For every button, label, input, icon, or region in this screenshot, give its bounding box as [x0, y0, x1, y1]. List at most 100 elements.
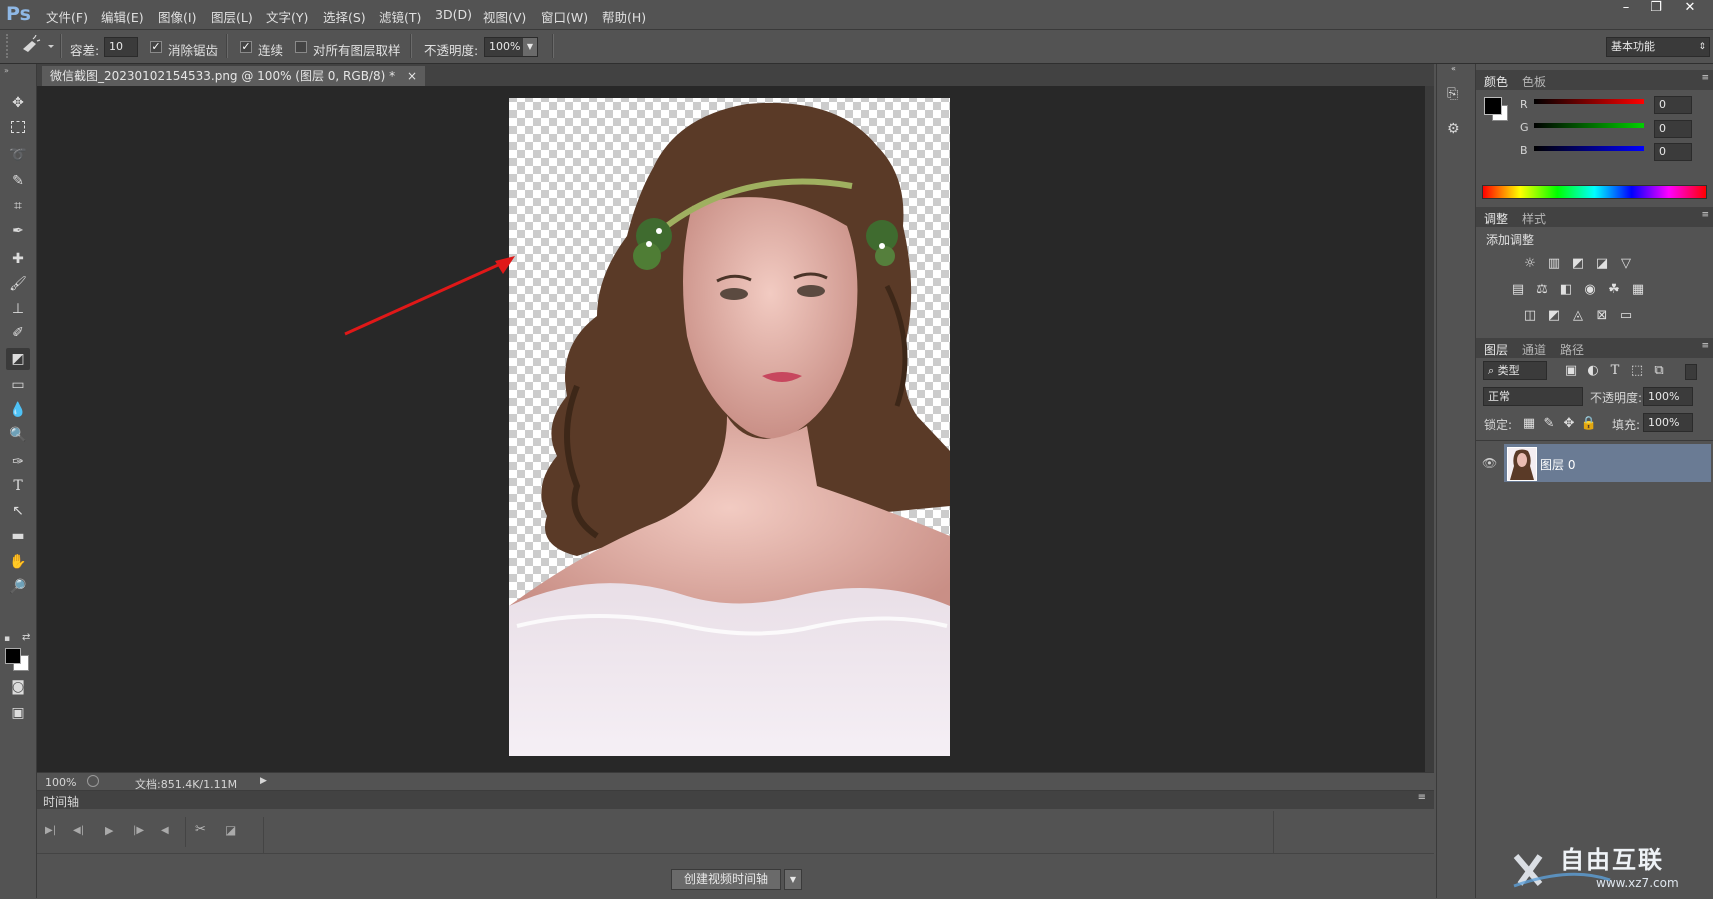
opacity-input[interactable]: 100% ▼ — [484, 37, 538, 57]
filter-shape-icon[interactable]: ⬚ — [1628, 364, 1646, 378]
channel-r-slider[interactable] — [1534, 99, 1644, 104]
tab-adjustments[interactable]: 调整 — [1484, 210, 1508, 227]
foreground-color-swatch[interactable] — [5, 648, 21, 664]
collapse-icon[interactable]: » — [4, 66, 9, 75]
transition-icon[interactable]: ◪ — [225, 823, 236, 837]
play-icon[interactable]: ▶ — [105, 824, 113, 837]
channel-r-input[interactable]: 0 — [1654, 96, 1692, 114]
audio-icon[interactable]: ◀ — [161, 825, 169, 836]
blend-mode-select[interactable]: 正常 — [1483, 387, 1583, 406]
foreground-color-swatch[interactable] — [1484, 97, 1502, 115]
layer-opacity-input[interactable]: 100% — [1643, 387, 1693, 406]
lock-all-icon[interactable]: 🔒 — [1580, 417, 1598, 431]
tab-layers[interactable]: 图层 — [1484, 341, 1508, 358]
menu-view[interactable]: 视图(V) — [483, 7, 526, 26]
filter-smart-object-icon[interactable]: ⧉ — [1650, 364, 1668, 378]
exposure-icon[interactable]: ◪ — [1593, 257, 1611, 271]
tool-preset-picker[interactable] — [20, 34, 56, 57]
menu-window[interactable]: 窗口(W) — [541, 7, 588, 26]
layer-name[interactable]: 图层 0 — [1540, 456, 1575, 473]
zoom-tool-icon[interactable]: 🔎 — [6, 576, 30, 598]
photo-filter-icon[interactable]: ◉ — [1581, 283, 1599, 297]
history-brush-tool-icon[interactable]: ✐ — [6, 322, 30, 344]
panel-menu-icon[interactable]: ≡ — [1701, 341, 1709, 351]
eraser-tool-icon[interactable]: ◩ — [6, 348, 30, 370]
lock-position-icon[interactable]: ✥ — [1560, 417, 1578, 431]
next-frame-icon[interactable]: |▶ — [133, 825, 144, 836]
color-balance-icon[interactable]: ⚖ — [1533, 283, 1551, 297]
zoom-level[interactable]: 100% — [45, 776, 76, 789]
eye-icon[interactable]: 👁 — [1482, 456, 1497, 470]
move-tool-icon[interactable]: ✥ — [6, 92, 30, 114]
menu-help[interactable]: 帮助(H) — [602, 7, 646, 26]
workspace-select[interactable]: 基本功能 ⇕ — [1606, 37, 1710, 57]
invert-icon[interactable]: ◫ — [1521, 309, 1539, 323]
color-lookup-icon[interactable]: ▦ — [1629, 283, 1647, 297]
brightness-icon[interactable]: ☼ — [1521, 257, 1539, 271]
properties-panel-icon[interactable]: ⚙ — [1447, 121, 1460, 137]
menu-3d[interactable]: 3D(D) — [435, 7, 472, 22]
swap-colors-icon[interactable]: ⇄ — [22, 632, 30, 643]
channel-b-input[interactable]: 0 — [1654, 143, 1692, 161]
shape-tool-icon[interactable]: ▬ — [6, 525, 30, 547]
filter-pixel-icon[interactable]: ▣ — [1562, 364, 1580, 378]
menu-image[interactable]: 图像(I) — [158, 7, 196, 26]
gradient-tool-icon[interactable]: ▭ — [6, 374, 30, 396]
lock-transparent-icon[interactable]: ▦ — [1520, 417, 1538, 431]
filter-type-icon[interactable]: T — [1606, 364, 1624, 378]
filter-adjustment-icon[interactable]: ◐ — [1584, 364, 1602, 378]
screen-mode-icon[interactable]: ▣ — [6, 702, 30, 724]
canvas-area[interactable] — [37, 86, 1425, 772]
healing-brush-tool-icon[interactable]: ✚ — [6, 248, 30, 270]
quick-mask-icon[interactable]: ◙ — [6, 676, 30, 698]
menu-select[interactable]: 选择(S) — [323, 7, 366, 26]
tab-color[interactable]: 颜色 — [1484, 73, 1508, 90]
chevron-down-icon[interactable]: ▼ — [523, 38, 537, 56]
hand-tool-icon[interactable]: ✋ — [6, 551, 30, 573]
menu-filter[interactable]: 滤镜(T) — [379, 7, 421, 26]
dodge-tool-icon[interactable]: 🔍 — [6, 424, 30, 446]
panel-menu-icon[interactable]: ≡ — [1418, 792, 1426, 803]
document-tab[interactable]: 微信截图_20230102154533.png @ 100% (图层 0, RG… — [42, 66, 425, 86]
tab-paths[interactable]: 路径 — [1560, 341, 1584, 358]
filter-toggle[interactable] — [1685, 364, 1697, 380]
restore-button[interactable]: ❐ — [1642, 0, 1670, 18]
stamp-tool-icon[interactable]: ⊥ — [6, 298, 30, 320]
posterize-icon[interactable]: ◩ — [1545, 309, 1563, 323]
tab-channels[interactable]: 通道 — [1522, 341, 1546, 358]
vibrance-icon[interactable]: ▽ — [1617, 257, 1635, 271]
hue-saturation-icon[interactable]: ▤ — [1509, 283, 1527, 297]
contiguous-checkbox[interactable]: ✓ — [240, 41, 252, 53]
all-layers-checkbox[interactable] — [295, 41, 307, 53]
collapse-icon[interactable]: « — [1451, 64, 1456, 73]
fill-input[interactable]: 100% — [1643, 413, 1693, 432]
antialias-checkbox[interactable]: ✓ — [150, 41, 162, 53]
default-colors-icon[interactable]: ▪ — [4, 634, 10, 644]
selective-color-icon[interactable]: ⊠ — [1593, 309, 1611, 323]
quick-select-tool-icon[interactable]: ✎ — [6, 170, 30, 192]
layer-filter-select[interactable]: ⌕ 类型 — [1483, 361, 1547, 380]
tolerance-input[interactable]: 10 — [104, 37, 138, 57]
timeline-dropdown-icon[interactable]: ▼ — [784, 869, 802, 890]
first-frame-icon[interactable]: ▶| — [45, 825, 56, 836]
channel-b-slider[interactable] — [1534, 146, 1644, 151]
pen-tool-icon[interactable]: ✑ — [6, 451, 30, 473]
menu-type[interactable]: 文字(Y) — [266, 7, 308, 26]
curves-icon[interactable]: ◩ — [1569, 257, 1587, 271]
close-button[interactable]: ✕ — [1676, 0, 1704, 18]
color-spectrum[interactable] — [1482, 185, 1707, 199]
menu-layer[interactable]: 图层(L) — [211, 7, 253, 26]
path-select-tool-icon[interactable]: ↖ — [6, 500, 30, 522]
lock-image-icon[interactable]: ✎ — [1540, 417, 1558, 431]
previous-frame-icon[interactable]: ◀| — [73, 825, 84, 836]
tab-swatches[interactable]: 色板 — [1522, 73, 1546, 90]
channel-mixer-icon[interactable]: ☘ — [1605, 283, 1623, 297]
vertical-scrollbar[interactable] — [1425, 86, 1434, 772]
status-menu-arrow-icon[interactable]: ▶ — [260, 776, 267, 786]
blur-tool-icon[interactable]: 💧 — [6, 399, 30, 421]
menu-file[interactable]: 文件(F) — [46, 7, 88, 26]
crop-tool-icon[interactable]: ⌗ — [6, 195, 30, 217]
panel-menu-icon[interactable]: ≡ — [1701, 210, 1709, 220]
panel-menu-icon[interactable]: ≡ — [1701, 73, 1709, 83]
status-info-icon[interactable] — [87, 775, 99, 787]
